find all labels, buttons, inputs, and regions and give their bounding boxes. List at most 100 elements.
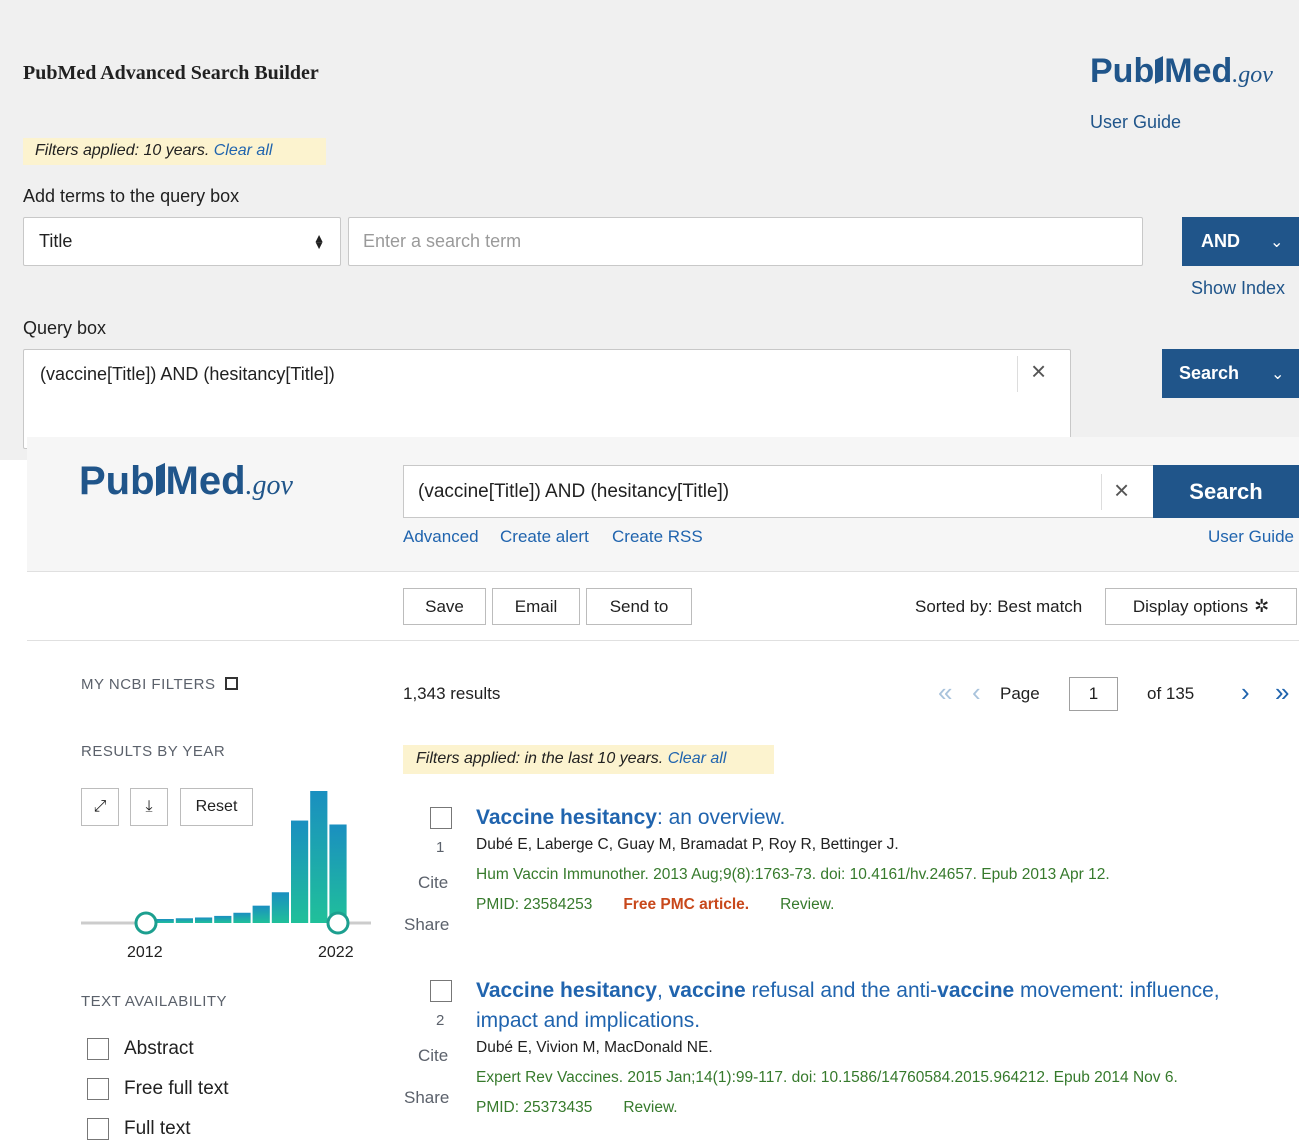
result-journal: Expert Rev Vaccines. 2015 Jan;14(1):99-1… [476, 1069, 1178, 1086]
create-alert-link[interactable]: Create alert [500, 527, 589, 547]
result-pmid-line: PMID: 25373435 Review. [476, 1099, 678, 1116]
last-page-icon[interactable]: » [1275, 679, 1289, 705]
search-term-input[interactable]: Enter a search term [348, 217, 1143, 266]
chevron-left-icon[interactable]: ‹ [972, 679, 981, 705]
text-availability-heading: TEXT AVAILABILITY [81, 993, 228, 1010]
close-icon[interactable]: × [1114, 477, 1129, 503]
save-button[interactable]: Save [403, 588, 486, 625]
review-badge: Review. [780, 896, 835, 913]
search-input[interactable]: (vaccine[Title]) AND (hesitancy[Title]) … [403, 465, 1154, 518]
result-checkbox[interactable] [430, 807, 452, 829]
filters-applied-banner: Filters applied: in the last 10 years. C… [403, 745, 774, 774]
my-ncbi-filters-heading[interactable]: MY NCBI FILTERS [81, 676, 239, 693]
filter-free-full-text[interactable]: Free full text [87, 1078, 229, 1100]
divider [1017, 356, 1018, 392]
cite-button[interactable]: Cite [418, 873, 448, 893]
year-bar-2019[interactable] [271, 892, 289, 923]
page-title: PubMed Advanced Search Builder [23, 62, 319, 84]
header: Pub Med.gov (vaccine[Title]) AND (hesitan… [27, 437, 1299, 572]
user-guide-link[interactable]: User Guide [1208, 527, 1294, 547]
results-page: Pub Med.gov (vaccine[Title]) AND (hesitan… [27, 437, 1299, 1144]
first-page-icon[interactable]: « [938, 679, 952, 705]
result-journal: Hum Vaccin Immunother. 2013 Aug;9(8):176… [476, 866, 1110, 883]
field-select[interactable]: Title ▲ ▼ [23, 217, 341, 266]
year-bar-2020[interactable] [291, 820, 309, 923]
year-bar-2015[interactable] [195, 917, 213, 923]
year-range-end-label: 2022 [318, 944, 354, 961]
pubmed-logo[interactable]: Pub Med.gov [1090, 54, 1273, 88]
chevron-right-icon[interactable]: › [1241, 679, 1250, 705]
sort-selector[interactable]: Sorted by: Best match [915, 597, 1082, 617]
title-part: Vaccine hesitancy [476, 806, 657, 829]
close-icon[interactable]: × [1031, 358, 1046, 384]
bookmark-icon [155, 462, 165, 497]
share-button[interactable]: Share [404, 1088, 449, 1108]
advanced-search-panel: PubMed Advanced Search Builder Pub Med.go… [0, 0, 1299, 460]
query-box[interactable]: (vaccine[Title]) AND (hesitancy[Title]) … [23, 349, 1071, 449]
title-part: : an overview. [656, 806, 786, 829]
page-label: Page [1000, 684, 1040, 703]
result-pmid-line: PMID: 23584253 Free PMC article. Review. [476, 896, 835, 913]
and-button[interactable]: AND ⌄ [1182, 217, 1299, 266]
query-box-label: Query box [23, 318, 107, 338]
clear-all-link[interactable]: Clear all [668, 750, 727, 767]
page-number-input[interactable]: 1 [1069, 677, 1118, 711]
clear-all-link[interactable]: Clear all [214, 142, 273, 159]
year-bar-2018[interactable] [252, 905, 270, 923]
search-button[interactable]: Search ⌄ [1162, 349, 1299, 398]
add-terms-label: Add terms to the query box [23, 186, 240, 206]
external-link-icon [225, 677, 239, 690]
result-title-link[interactable]: Vaccine hesitancy: an overview. [476, 803, 1286, 833]
checkbox[interactable] [87, 1078, 109, 1100]
show-index-link[interactable]: Show Index [1191, 278, 1285, 299]
search-button[interactable]: Search [1153, 465, 1299, 518]
result-checkbox[interactable] [430, 980, 452, 1002]
advanced-link[interactable]: Advanced [403, 527, 479, 547]
filter-full-text[interactable]: Full text [87, 1118, 191, 1140]
title-part: vaccine [937, 979, 1015, 1002]
user-guide-link[interactable]: User Guide [1090, 112, 1181, 133]
chevron-down-icon: ⌄ [1271, 365, 1285, 383]
pagination: « ‹ Page 1 of 135 › » [907, 677, 1299, 711]
result-number: 2 [436, 1012, 445, 1029]
filters-applied-banner: Filters applied: 10 years. Clear all [23, 138, 326, 165]
email-button[interactable]: Email [492, 588, 580, 625]
title-part: vaccine [668, 979, 746, 1002]
year-bar-2013[interactable] [156, 919, 174, 923]
share-button[interactable]: Share [404, 915, 449, 935]
query-text: (vaccine[Title]) AND (hesitancy[Title]) [40, 364, 335, 384]
review-badge: Review. [623, 1099, 678, 1116]
results-toolbar: Save Email Send to Sorted by: Best match… [27, 573, 1299, 641]
year-range-start-label: 2012 [127, 944, 163, 961]
year-bar-2017[interactable] [233, 912, 251, 923]
title-part: refusal and the anti- [745, 979, 938, 1002]
results-count: 1,343 results [403, 684, 501, 703]
result-authors: Dubé E, Vivion M, MacDonald NE. [476, 1039, 713, 1056]
title-part: , [656, 979, 669, 1002]
checkbox[interactable] [87, 1118, 109, 1140]
range-end-handle[interactable] [326, 911, 350, 935]
filter-abstract[interactable]: Abstract [87, 1038, 194, 1060]
checkbox[interactable] [87, 1038, 109, 1060]
chevron-down-icon: ⌄ [1270, 233, 1284, 251]
year-bar-2014[interactable] [175, 918, 193, 923]
create-rss-link[interactable]: Create RSS [612, 527, 703, 547]
cite-button[interactable]: Cite [418, 1046, 448, 1066]
bookmark-icon [1155, 56, 1164, 84]
send-to-button[interactable]: Send to [586, 588, 692, 625]
page-total: of 135 [1147, 684, 1195, 703]
display-options-button[interactable]: Display options ✲ [1105, 588, 1297, 625]
year-bar-2021[interactable] [310, 791, 328, 923]
result-title-link[interactable]: Vaccine hesitancy, vaccine refusal and t… [476, 976, 1286, 1036]
year-bar-2016[interactable] [214, 915, 232, 923]
sort-arrows-icon: ▲ ▼ [313, 230, 325, 252]
range-start-handle[interactable] [134, 911, 158, 935]
results-by-year-chart[interactable] [81, 787, 371, 947]
title-part: Vaccine hesitancy [476, 979, 657, 1002]
results-by-year-heading: RESULTS BY YEAR [81, 743, 226, 760]
result-number: 1 [436, 839, 445, 856]
pubmed-logo[interactable]: Pub Med.gov [79, 461, 293, 501]
gear-icon: ✲ [1254, 596, 1270, 616]
free-pmc-badge[interactable]: Free PMC article. [623, 896, 749, 913]
year-bar-2022[interactable] [329, 824, 347, 923]
